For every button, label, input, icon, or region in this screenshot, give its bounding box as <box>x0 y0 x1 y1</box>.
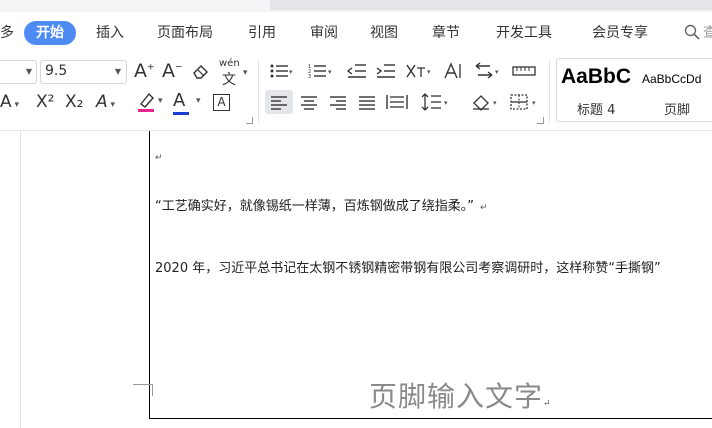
line-spacing-icon[interactable]: ▾ <box>421 93 451 111</box>
superscript-button[interactable]: X² <box>36 92 54 112</box>
tab-references[interactable]: 引用 <box>248 21 276 45</box>
shrink-font-button[interactable]: A− <box>162 60 183 82</box>
search-icon[interactable] <box>684 24 700 40</box>
font-effect-label: A <box>96 92 108 112</box>
justify-icon[interactable] <box>358 95 376 111</box>
tab-developer[interactable]: 开发工具 <box>496 21 552 45</box>
font-size-dropdown[interactable]: 9.5 ▼ <box>40 60 127 84</box>
crop-mark <box>152 384 153 396</box>
tab-section[interactable]: 章节 <box>432 21 460 45</box>
tab-view[interactable]: 视图 <box>370 21 398 45</box>
svg-text:▾: ▾ <box>444 99 448 107</box>
quote-paragraph[interactable]: “工艺确实好，就像锡纸一样薄，百炼钢做成了绕指柔。” ↵ <box>155 195 488 214</box>
align-right-icon[interactable] <box>329 95 347 111</box>
chevron-down-icon: ▼ <box>114 67 121 76</box>
svg-text:▾: ▾ <box>495 68 499 76</box>
body-paragraph[interactable]: 2020 年，习近平总书记在太钢不锈钢精密带钢有限公司考察调研时，这样称赞“手撕… <box>155 257 661 276</box>
text-effect-label: A <box>0 92 12 112</box>
line-break-icon[interactable]: ▾ <box>474 62 502 80</box>
align-left-icon[interactable] <box>270 95 288 111</box>
page-left-guide <box>20 131 21 428</box>
title-strip <box>0 0 712 12</box>
font-color-label: A <box>173 90 186 111</box>
style-footer-preview[interactable]: AaBbCcDd <box>642 72 701 86</box>
font-name-dropdown[interactable]: ▼ <box>0 60 37 84</box>
eraser-icon[interactable] <box>192 63 210 79</box>
chevron-down-icon: ▼ <box>25 67 32 76</box>
borders-icon[interactable]: ▾ <box>509 93 541 111</box>
font-color-swatch <box>173 112 189 115</box>
tab-review[interactable]: 审阅 <box>310 21 338 45</box>
footer-placeholder-text: 页脚输入文字 <box>369 380 544 413</box>
wps-writer-window: 多 开始 插入 页面布局 引用 审阅 视图 章节 开发工具 会员专享 查 ▼ 9… <box>0 0 712 428</box>
tab-file-partial[interactable]: 多 <box>0 21 14 45</box>
style-heading4-preview[interactable]: AaBbC <box>561 65 631 89</box>
pinyin-label: wén <box>219 58 240 69</box>
align-center-icon[interactable] <box>300 95 318 111</box>
quote-text: “工艺确实好，就像锡纸一样薄，百炼钢做成了绕指柔。” <box>155 199 474 214</box>
font-effect-button[interactable]: A ▾ <box>96 92 115 112</box>
font-dialog-launcher[interactable] <box>246 117 253 124</box>
tab-page-layout[interactable]: 页面布局 <box>157 21 213 45</box>
highlighter-icon <box>138 92 154 112</box>
search-label-partial[interactable]: 查 <box>703 21 712 45</box>
svg-text:▾: ▾ <box>493 99 497 107</box>
style-footer-name[interactable]: 页脚 <box>664 99 690 118</box>
increase-indent-icon[interactable] <box>376 63 396 79</box>
paragraph-mark: ↵ <box>543 399 552 409</box>
ribbon-tab-bar: 多 开始 插入 页面布局 引用 审阅 视图 章节 开发工具 会员专享 查 <box>0 12 712 54</box>
shrink-font-label: A <box>162 60 175 82</box>
svg-text:▾: ▾ <box>532 99 536 107</box>
subscript-button[interactable]: X₂ <box>65 92 83 112</box>
ribbon-home: ▼ 9.5 ▼ A+ A− wén 文 ▾ A ▾ X² X₂ A ▾ ▾ A … <box>0 54 712 131</box>
svg-text:3: 3 <box>308 74 311 79</box>
chevron-down-icon[interactable]: ▾ <box>196 96 201 106</box>
style-heading4-name[interactable]: 标题 4 <box>577 99 615 118</box>
crop-mark <box>133 384 153 385</box>
document-canvas[interactable]: ↵ “工艺确实好，就像锡纸一样薄，百炼钢做成了绕指柔。” ↵ 2020 年，习近平… <box>0 131 712 428</box>
tab-insert[interactable]: 插入 <box>96 21 124 45</box>
text-effect-button[interactable]: A ▾ <box>0 92 19 112</box>
svg-text:▾: ▾ <box>427 68 431 76</box>
font-color-button[interactable]: A <box>173 90 189 115</box>
char-border-button[interactable]: A <box>213 92 230 111</box>
grow-font-label: A <box>134 60 147 82</box>
grow-font-button[interactable]: A+ <box>134 60 155 82</box>
title-strip-bar <box>270 0 712 10</box>
tab-membership[interactable]: 会员专享 <box>592 21 648 45</box>
style-gallery: AaBbC AaBbCcDd 标题 4 页脚 <box>556 58 712 122</box>
chevron-down-icon[interactable]: ▾ <box>158 96 163 106</box>
distributed-align-icon[interactable] <box>386 93 408 111</box>
paragraph-mark: ↵ <box>155 153 163 163</box>
paragraph-dialog-launcher[interactable] <box>537 117 544 124</box>
footer-placeholder[interactable]: 页脚输入文字↵ <box>369 375 552 415</box>
tab-home[interactable]: 开始 <box>24 21 76 45</box>
bullet-list-icon[interactable]: ▾ <box>270 63 294 79</box>
svg-text:▾: ▾ <box>289 68 293 76</box>
char-border-label: A <box>213 94 230 111</box>
chinese-layout-icon[interactable]: ▾ <box>405 62 435 80</box>
paragraph-mark: ↵ <box>479 203 488 213</box>
highlight-button[interactable] <box>137 90 159 114</box>
ruler-icon[interactable] <box>512 64 536 78</box>
svg-text:▾: ▾ <box>328 68 332 76</box>
separator <box>258 60 259 122</box>
separator <box>549 60 550 122</box>
font-size-value: 9.5 <box>45 63 68 79</box>
decrease-indent-icon[interactable] <box>347 63 367 79</box>
shading-icon[interactable]: ▾ <box>471 93 501 111</box>
numbered-list-icon[interactable]: 1 2 3 ▾ <box>308 63 334 79</box>
text-direction-icon[interactable] <box>443 62 463 80</box>
